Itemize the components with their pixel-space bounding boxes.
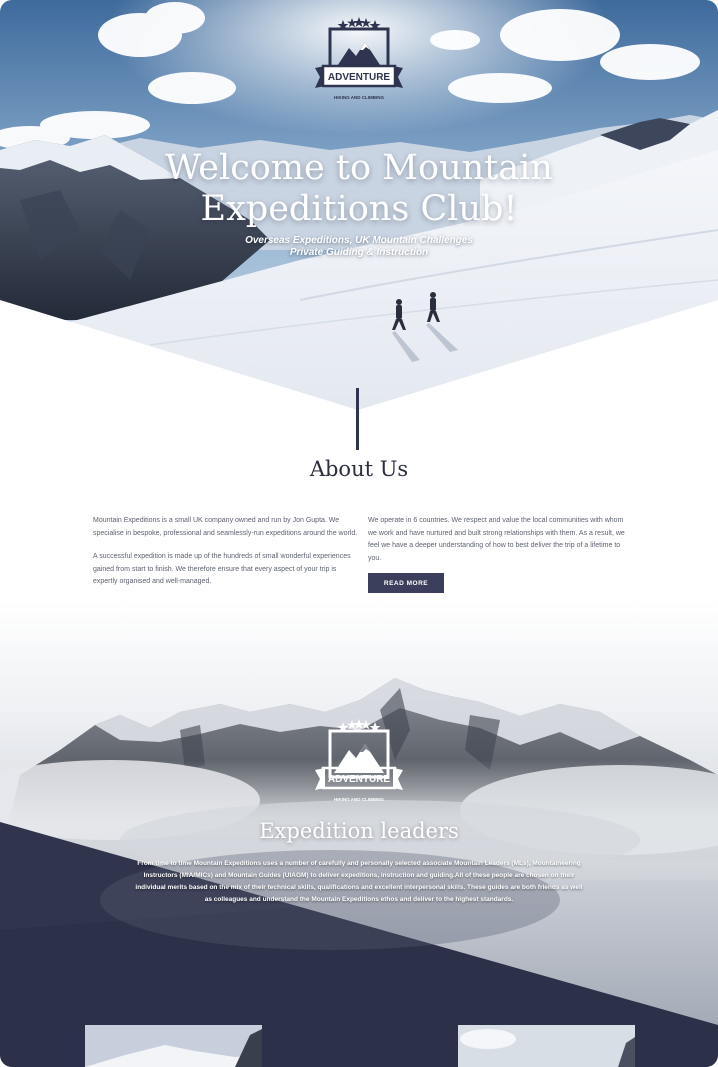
hero-tagline-line1: Overseas Expeditions, UK Mountain Challe… (245, 235, 473, 246)
logo-badge-subtext: HIKING AND CLIMBING (334, 95, 385, 100)
leader-photo-right-image (458, 1025, 635, 1067)
about-left-paragraph-2: A successful expedition is made up of th… (93, 553, 351, 585)
hero-title: Welcome to Mountain Expeditions Club! (0, 148, 718, 230)
adventure-logo-secondary: ADVENTURE HIKING AND CLIMBING (313, 718, 405, 810)
about-right-column: We operate in 6 countries. We respect an… (368, 515, 630, 576)
adventure-badge-light-icon: ADVENTURE HIKING AND CLIMBING (315, 719, 403, 802)
about-left-column: Mountain Expeditions is a small UK compa… (93, 515, 358, 600)
about-heading: About Us (309, 457, 409, 481)
hero-title-line1: Welcome to Mountain (165, 148, 553, 188)
hero-tagline-line2: Private Guiding & Instruction (289, 247, 429, 258)
logo-badge-text: ADVENTURE (328, 72, 391, 83)
section-divider-line (356, 388, 359, 450)
adventure-logo[interactable]: ADVENTURE HIKING AND CLIMBING (313, 16, 405, 108)
leader-photo-right[interactable] (458, 1025, 635, 1067)
page: ADVENTURE HIKING AND CLIMBING Welcome to… (0, 0, 718, 1067)
read-more-button[interactable]: READ MORE (368, 573, 444, 593)
about-left-paragraph-1: Mountain Expeditions is a small UK compa… (93, 517, 358, 537)
about-right-paragraph-1: We operate in 6 countries. We respect an… (368, 517, 625, 562)
expedition-section: ADVENTURE HIKING AND CLIMBING Expedition… (0, 600, 718, 1067)
adventure-badge-icon: ADVENTURE HIKING AND CLIMBING (315, 17, 403, 100)
hero-title-line2: Expeditions Club! (200, 189, 518, 229)
expedition-heading: Expedition leaders (259, 819, 459, 843)
expedition-body: From time to time Mountain Expeditions u… (135, 860, 583, 903)
leader-photo-left[interactable] (85, 1025, 262, 1067)
hero-section: ADVENTURE HIKING AND CLIMBING Welcome to… (0, 0, 718, 440)
hero-tagline: Overseas Expeditions, UK Mountain Challe… (0, 235, 718, 259)
logo-secondary-badge-text: ADVENTURE (328, 774, 391, 785)
logo-secondary-badge-subtext: HIKING AND CLIMBING (334, 797, 385, 802)
leader-photo-left-image (85, 1025, 262, 1067)
